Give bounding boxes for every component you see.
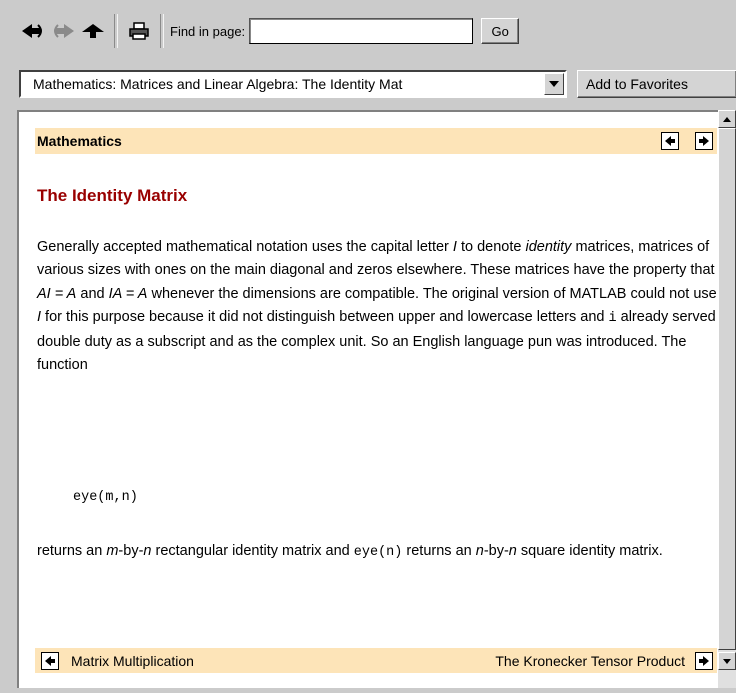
find-label: Find in page: (170, 23, 246, 39)
back-icon[interactable] (18, 16, 48, 46)
next-link[interactable]: The Kronecker Tensor Product (495, 651, 713, 670)
page-nav (661, 132, 717, 150)
vertical-scrollbar[interactable] (718, 110, 736, 688)
print-icon[interactable] (124, 16, 154, 46)
next-page-icon[interactable] (695, 132, 713, 150)
page-title: The Identity Matrix (37, 186, 188, 205)
go-button[interactable]: Go (481, 18, 520, 44)
paragraph-1: Generally accepted mathematical notation… (37, 239, 717, 374)
toolbar: Find in page: Go (0, 0, 736, 62)
location-value: Mathematics: Matrices and Linear Algebra… (33, 76, 403, 92)
page-footer-nav: Matrix Multiplication The Kronecker Tens… (35, 648, 717, 673)
location-row: Mathematics: Matrices and Linear Algebra… (19, 70, 736, 98)
add-to-favorites-button[interactable]: Add to Favorites (577, 70, 736, 98)
toolbar-separator (160, 14, 164, 48)
next-link-label[interactable]: The Kronecker Tensor Product (495, 653, 685, 669)
previous-link-label[interactable]: Matrix Multiplication (71, 653, 194, 669)
toolbar-separator (114, 14, 118, 48)
location-dropdown[interactable]: Mathematics: Matrices and Linear Algebra… (19, 70, 567, 98)
previous-page-icon[interactable] (41, 651, 59, 670)
scroll-down-icon[interactable] (718, 652, 736, 670)
section-header: Mathematics (35, 128, 717, 154)
paragraph-2: returns an m-by-n rectangular identity m… (37, 543, 663, 560)
help-content: Mathematics The Identity Matrix Generall… (17, 110, 721, 688)
find-input[interactable] (249, 18, 474, 44)
home-icon[interactable] (78, 16, 108, 46)
toolbar-row: Find in page: Go (18, 14, 520, 48)
chevron-down-icon[interactable] (544, 73, 564, 95)
forward-icon[interactable] (48, 16, 78, 46)
previous-page-icon[interactable] (661, 132, 679, 150)
scroll-up-icon[interactable] (718, 110, 736, 128)
scrollbar-thumb[interactable] (718, 128, 736, 650)
section-title: Mathematics (37, 133, 122, 149)
next-page-icon[interactable] (695, 651, 713, 670)
code-example: eye(m,n) (73, 490, 138, 505)
previous-link[interactable]: Matrix Multiplication (41, 651, 194, 670)
